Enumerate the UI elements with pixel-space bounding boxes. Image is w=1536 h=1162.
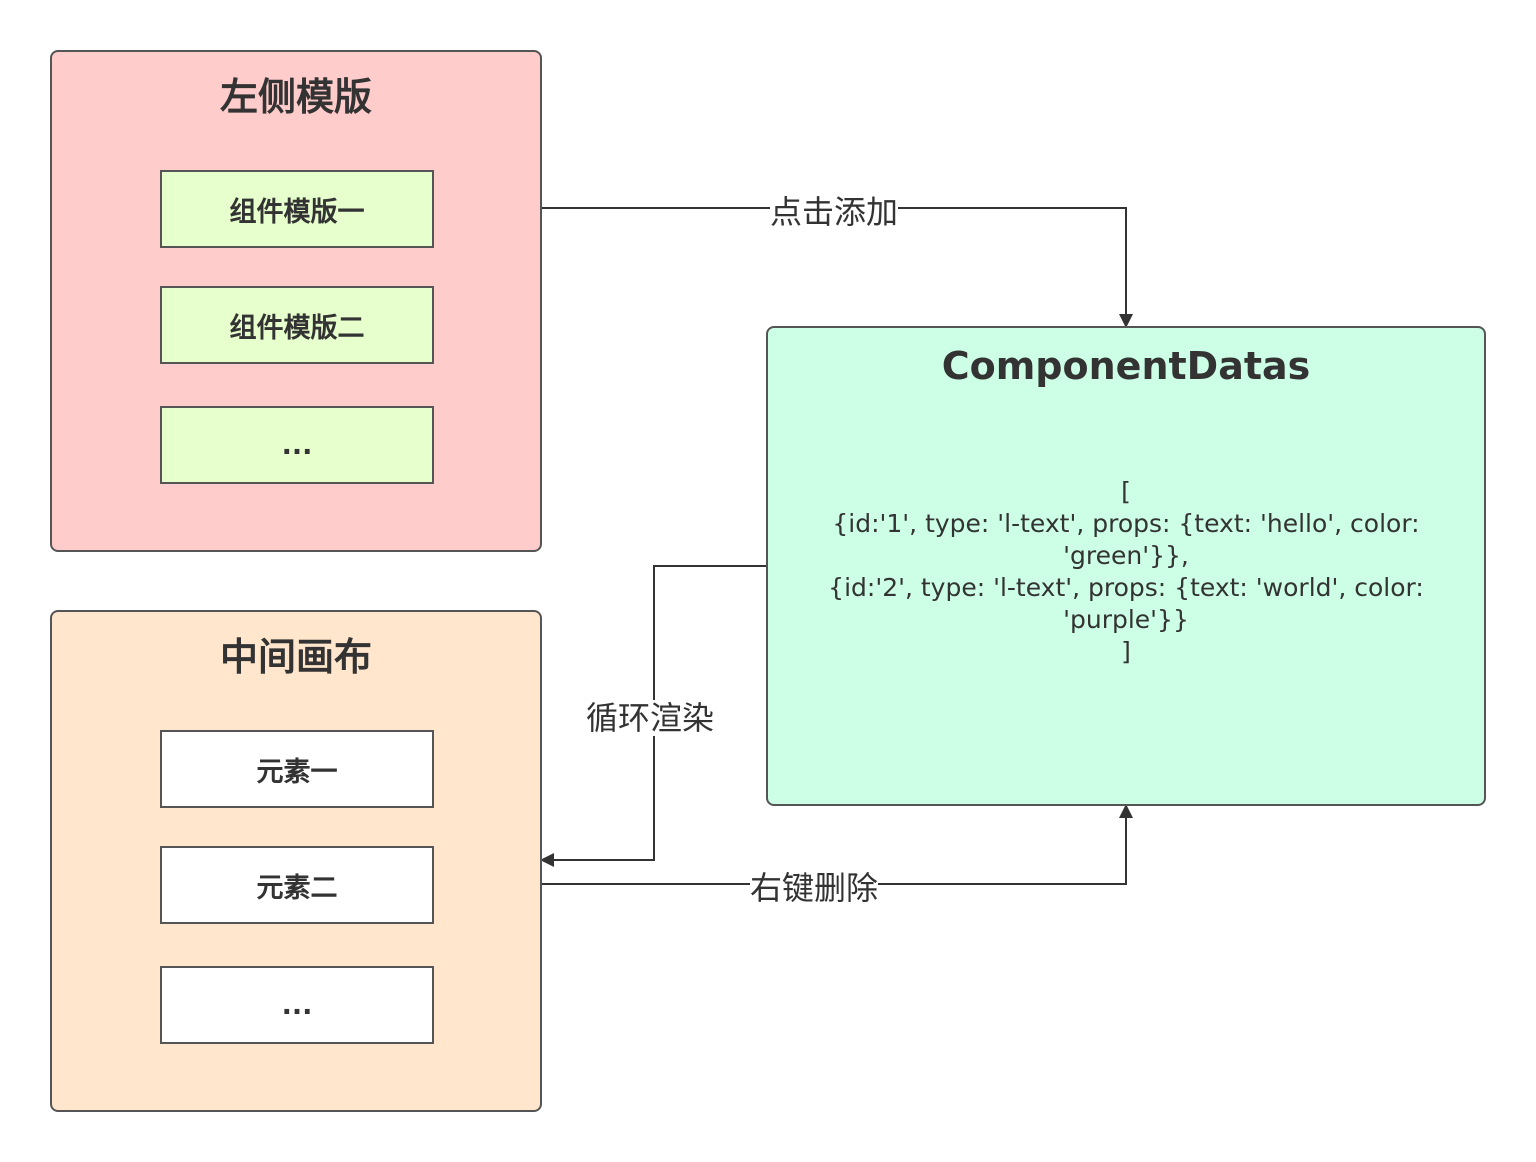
template-item-more-label: ... <box>281 429 313 461</box>
canvas-element-1[interactable]: 元素一 <box>160 730 434 808</box>
template-item-more[interactable]: ... <box>160 406 434 484</box>
edge-render-label: 循环渲染 <box>586 699 715 737</box>
canvas-title: 中间画布 <box>219 635 372 679</box>
template-item-2-label: 组件模版二 <box>229 312 365 344</box>
template-item-1-label: 组件模版一 <box>229 196 365 228</box>
edge-add-label: 点击添加 <box>770 193 899 231</box>
template-item-1[interactable]: 组件模版一 <box>160 170 434 248</box>
left-templates-group: 左侧模版 组件模版一 组件模版二 ... <box>50 50 542 552</box>
template-item-2[interactable]: 组件模版二 <box>160 286 434 364</box>
canvas-element-2[interactable]: 元素二 <box>160 846 434 924</box>
component-datas-title: ComponentDatas <box>941 344 1311 388</box>
edge-delete-label: 右键删除 <box>750 869 879 907</box>
canvas-element-more-label: ... <box>281 989 313 1021</box>
canvas-element-1-label: 元素一 <box>256 756 338 788</box>
component-datas-box: ComponentDatas [ {id:'1', type: 'l-text'… <box>766 326 1486 806</box>
canvas-element-2-label: 元素二 <box>256 872 338 904</box>
left-templates-title: 左侧模版 <box>219 75 372 119</box>
component-datas-content: [ {id:'1', type: 'l-text', props: {text:… <box>828 477 1424 666</box>
canvas-group: 中间画布 元素一 元素二 ... <box>50 610 542 1112</box>
canvas-element-more[interactable]: ... <box>160 966 434 1044</box>
